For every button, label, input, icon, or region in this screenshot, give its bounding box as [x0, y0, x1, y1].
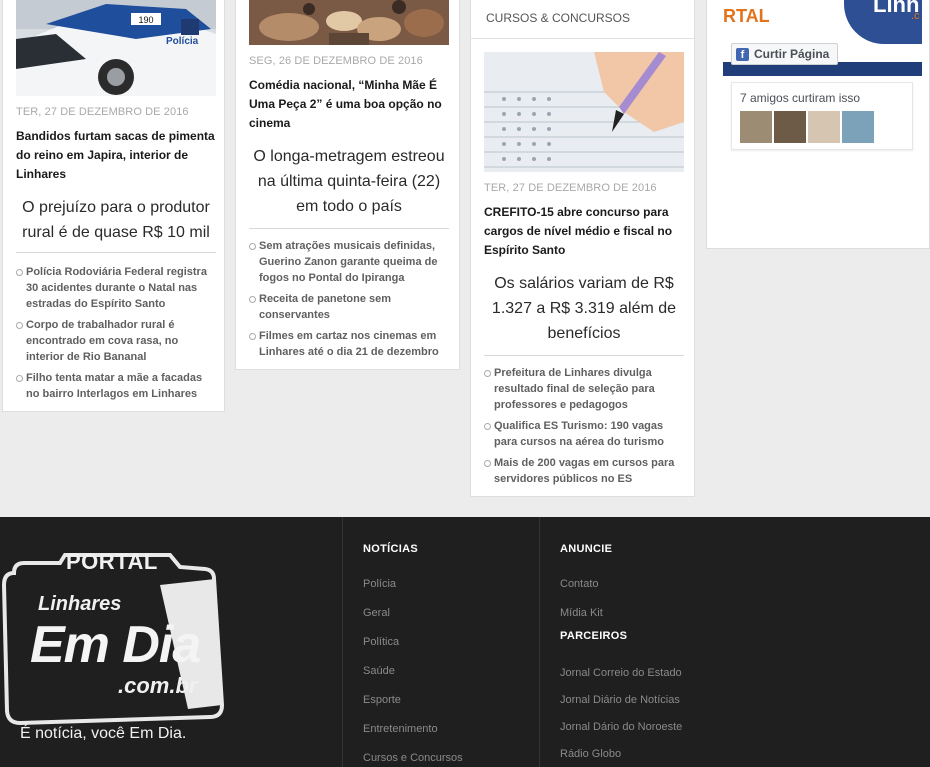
- article-summary: O longa-metragem estreou na última quint…: [253, 148, 445, 215]
- article-date: TER, 27 DE DEZEMBRO DE 2016: [484, 182, 657, 194]
- news-card-policia: 190 Polícia TER, 27 DE DEZEMBRO DE 2016 …: [2, 0, 225, 412]
- related-list: Prefeitura de Linhares divulga resultado…: [484, 365, 684, 492]
- article-headline[interactable]: CREFITO-15 abre concurso para cargos de …: [484, 203, 684, 260]
- footer-link-politica[interactable]: Política: [363, 636, 399, 648]
- divider: [484, 355, 684, 356]
- logo-emdia: Em Dia: [30, 616, 201, 674]
- article-headline[interactable]: Bandidos furtam sacas de pimenta do rein…: [16, 127, 216, 184]
- footer-link-contato[interactable]: Contato: [560, 578, 599, 590]
- facebook-f-icon: f: [736, 47, 749, 61]
- footer-column-divider: [342, 517, 343, 767]
- car-police-text: Polícia: [166, 36, 199, 47]
- curtir-pagina-label: Curtir Página: [754, 47, 830, 61]
- friend-avatar[interactable]: [842, 111, 874, 143]
- site-footer: PORTAL Linhares Em Dia .com.br É notícia…: [0, 517, 930, 767]
- car-plate-number: 190: [138, 15, 153, 25]
- footer-link-parceiro[interactable]: Jornal Correio do Estado: [560, 667, 682, 679]
- food-table-image[interactable]: [249, 0, 449, 45]
- footer-link-parceiro[interactable]: Rádio Globo: [560, 748, 621, 760]
- footer-heading-anuncie: ANUNCIE: [560, 543, 613, 555]
- divider: [249, 228, 449, 229]
- footer-column-divider: [539, 517, 540, 767]
- cover-text-sub: .c: [911, 10, 920, 22]
- article-date: SEG, 26 DE DEZEMBRO DE 2016: [249, 55, 423, 67]
- footer-heading-noticias: NOTÍCIAS: [363, 543, 418, 555]
- related-item[interactable]: Prefeitura de Linhares divulga resultado…: [484, 365, 684, 413]
- footer-link-parceiro[interactable]: Jornal Dário do Noroeste: [560, 721, 682, 733]
- friend-avatar[interactable]: [774, 111, 806, 143]
- related-item[interactable]: Mais de 200 vagas em cursos para servido…: [484, 455, 684, 487]
- article-summary: O prejuízo para o produtor rural é de qu…: [22, 199, 210, 241]
- news-card-concursos: CURSOS & CONCURSOS TER, 27 DE DEZEMBRO D…: [470, 0, 695, 497]
- footer-link-esporte[interactable]: Esporte: [363, 694, 401, 706]
- related-item[interactable]: Corpo de trabalhador rural é encontrado …: [16, 317, 216, 365]
- police-car-image[interactable]: 190 Polícia: [16, 0, 216, 96]
- facebook-cover[interactable]: RTAL Linh .c f Curtir Página: [723, 0, 922, 76]
- footer-link-cursos-concursos[interactable]: Cursos e Concursos: [363, 752, 463, 764]
- footer-logo[interactable]: PORTAL Linhares Em Dia .com.br É notícia…: [0, 545, 235, 750]
- footer-link-entretenimento[interactable]: Entretenimento: [363, 723, 438, 735]
- cover-text-left: RTAL: [723, 6, 770, 26]
- article-headline[interactable]: Comédia nacional, “Minha Mãe É Uma Peça …: [249, 76, 449, 133]
- related-list: Sem atrações musicais definidas, Guerino…: [249, 238, 449, 365]
- related-item[interactable]: Receita de panetone sem conservantes: [249, 291, 449, 323]
- footer-link-policia[interactable]: Polícia: [363, 578, 396, 590]
- logo-domain: .com.br: [118, 673, 198, 698]
- footer-link-saude[interactable]: Saúde: [363, 665, 395, 677]
- related-item[interactable]: Qualifica ES Turismo: 190 vagas para cur…: [484, 418, 684, 450]
- footer-heading-parceiros: PARCEIROS: [560, 630, 628, 642]
- footer-link-midia-kit[interactable]: Mídia Kit: [560, 607, 603, 619]
- footer-link-parceiro[interactable]: Jornal Diário de Notícias: [560, 694, 680, 706]
- news-card-entretenimento: SEG, 26 DE DEZEMBRO DE 2016 Comédia naci…: [235, 0, 460, 370]
- related-item[interactable]: Filho tenta matar a mãe a facadas no bai…: [16, 370, 216, 402]
- facebook-widget: RTAL Linh .c f Curtir Página 7 amigos cu…: [706, 0, 930, 249]
- related-item[interactable]: Sem atrações musicais definidas, Guerino…: [249, 238, 449, 286]
- exam-answer-sheet-image[interactable]: [484, 52, 684, 172]
- article-date: TER, 27 DE DEZEMBRO DE 2016: [16, 106, 189, 118]
- footer-link-geral[interactable]: Geral: [363, 607, 390, 619]
- facebook-friends-box: 7 amigos curtiram isso: [731, 82, 913, 150]
- section-divider: [471, 38, 694, 39]
- related-item[interactable]: Polícia Rodoviária Federal registra 30 a…: [16, 264, 216, 312]
- article-summary: Os salários variam de R$ 1.327 a R$ 3.31…: [491, 275, 677, 342]
- related-item[interactable]: Filmes em cartaz nos cinemas em Linhares…: [249, 328, 449, 360]
- related-list: Polícia Rodoviária Federal registra 30 a…: [16, 264, 216, 407]
- logo-portal: PORTAL: [66, 549, 158, 574]
- friends-liked-text: 7 amigos curtiram isso: [740, 91, 861, 105]
- logo-linhares: Linhares: [38, 593, 122, 615]
- friend-avatar[interactable]: [808, 111, 840, 143]
- friend-avatar[interactable]: [740, 111, 772, 143]
- curtir-pagina-button[interactable]: f Curtir Página: [731, 43, 839, 65]
- section-title[interactable]: CURSOS & CONCURSOS: [486, 11, 630, 25]
- logo-tagline: É notícia, você Em Dia.: [20, 725, 187, 742]
- divider: [16, 252, 216, 253]
